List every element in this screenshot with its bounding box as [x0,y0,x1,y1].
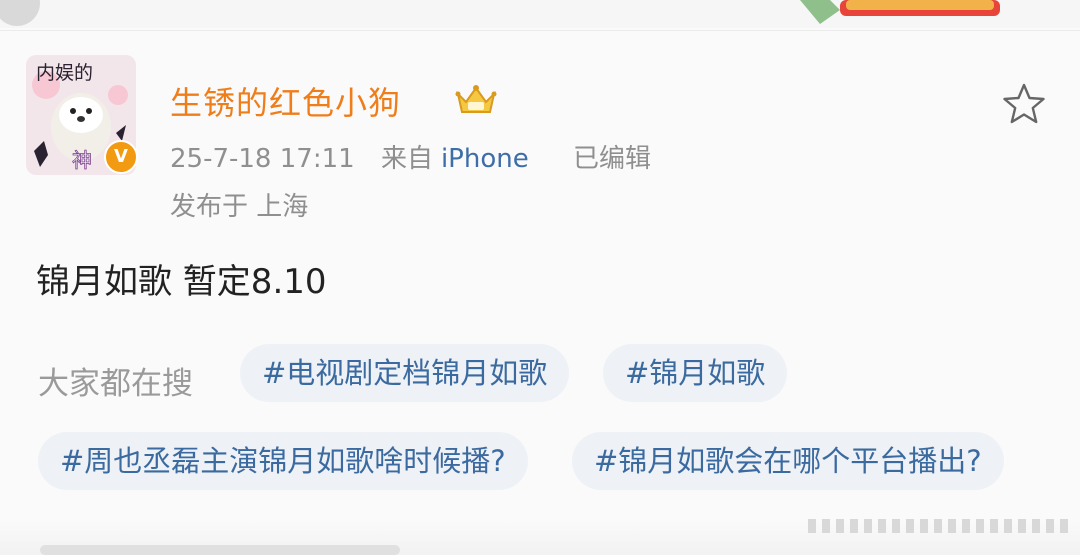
truncated-text [40,545,400,555]
search-tag[interactable]: #周也丞磊主演锦月如歌啥时候播? [38,432,528,490]
avatar-text-bottom: 神 [72,148,92,172]
username[interactable]: 生锈的红色小狗 [170,78,401,124]
star-icon[interactable] [1000,82,1048,126]
avatar-text-top: 内娱的 [36,62,93,84]
search-tag[interactable]: #锦月如歌会在哪个平台播出? [572,432,1004,490]
search-tag[interactable]: #电视剧定档锦月如歌 [240,344,570,402]
search-label: 大家都在搜 [38,366,193,402]
edited-label[interactable]: 已编辑 [573,144,651,174]
source-label: 来自 [380,144,433,174]
post-meta: 25-7-18 17:11 来自 iPhone 已编辑 [170,138,669,175]
divider [0,30,1080,31]
search-tag[interactable]: #锦月如歌 [603,344,788,402]
watermark-bars [808,519,1068,533]
top-banner-decoration [800,0,1000,24]
crown-badge-icon[interactable] [452,80,500,116]
post-content: 锦月如歌 暂定8.10 [36,262,327,302]
location: 发布于 上海 [170,192,309,222]
timestamp: 25-7-18 17:11 [170,144,355,174]
verified-badge-icon: V [104,140,138,174]
source-link[interactable]: iPhone [441,144,529,174]
